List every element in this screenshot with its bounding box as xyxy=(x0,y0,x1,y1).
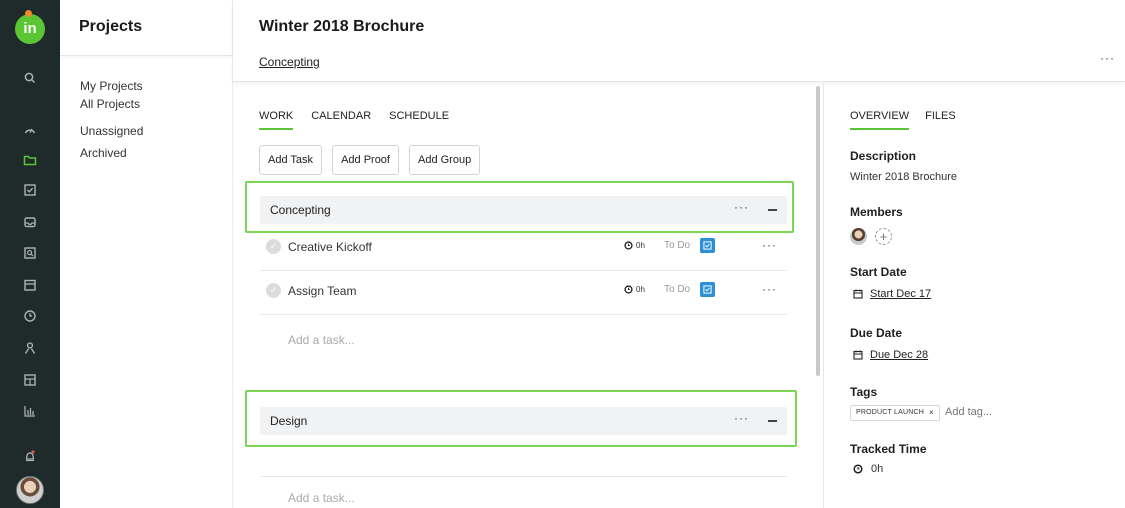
task-complete-checkbox[interactable]: ✓ xyxy=(266,239,281,254)
projects-links: My Projects All Projects Unassigned Arch… xyxy=(60,56,232,164)
task-check-icon[interactable] xyxy=(700,238,715,253)
task-check-icon[interactable] xyxy=(700,282,715,297)
notifications-bell-icon[interactable] xyxy=(20,446,40,466)
add-group-button[interactable]: Add Group xyxy=(408,145,481,175)
nav-all-projects[interactable]: All Projects xyxy=(80,97,232,120)
start-date-label: Start Date xyxy=(850,265,907,279)
tracked-time-value: 0h xyxy=(871,463,884,475)
projects-title: Projects xyxy=(79,18,143,35)
calendar-icon[interactable] xyxy=(20,275,40,295)
add-task-input[interactable]: Add a task... xyxy=(288,333,355,347)
nav-archived[interactable]: Archived xyxy=(80,142,232,164)
calendar-icon xyxy=(853,289,863,299)
group-name: Design xyxy=(270,414,308,428)
clock-icon[interactable] xyxy=(20,306,40,326)
task-time-value: 0h xyxy=(636,241,645,250)
tasks-check-icon[interactable] xyxy=(20,180,40,200)
start-date-value[interactable]: Start Dec 17 xyxy=(870,288,931,300)
group-divider xyxy=(260,476,787,477)
header-more-button[interactable]: ··· xyxy=(1100,51,1115,65)
breadcrumb-concepting[interactable]: Concepting xyxy=(259,55,320,69)
search-icon[interactable] xyxy=(20,68,40,88)
member-avatar[interactable] xyxy=(850,228,867,245)
tab-files[interactable]: FILES xyxy=(925,110,956,130)
description-value[interactable]: Winter 2018 Brochure xyxy=(850,171,957,183)
dashboard-gauge-icon[interactable] xyxy=(20,120,40,140)
task-name[interactable]: Creative Kickoff xyxy=(288,240,372,254)
group-header-concepting[interactable]: Concepting ··· xyxy=(260,196,787,224)
due-date-value[interactable]: Due Dec 28 xyxy=(870,349,928,361)
page-title: Winter 2018 Brochure xyxy=(259,18,425,35)
add-tag-input[interactable] xyxy=(945,406,1065,418)
tags-label: Tags xyxy=(850,385,878,399)
tag-chip[interactable]: PRODUCT LAUNCH × xyxy=(850,405,940,421)
add-proof-button[interactable]: Add Proof xyxy=(332,145,399,175)
clock-icon xyxy=(624,285,633,294)
overview-panel: OVERVIEW FILES Description Winter 2018 B… xyxy=(824,83,1125,508)
task-row[interactable]: ✓ Assign Team 0h To Do ··· xyxy=(260,270,787,315)
proof-review-icon[interactable] xyxy=(20,243,40,263)
projects-header: Projects xyxy=(60,0,232,56)
group-collapse-button[interactable] xyxy=(768,209,777,211)
folder-icon[interactable] xyxy=(20,150,40,170)
work-tabs: WORK CALENDAR SCHEDULE xyxy=(259,110,467,130)
task-time[interactable]: 0h xyxy=(624,241,645,250)
inbox-icon[interactable] xyxy=(20,212,40,232)
add-member-button[interactable]: + xyxy=(875,228,892,245)
add-task-input[interactable]: Add a task... xyxy=(288,491,355,505)
logo-text: in xyxy=(23,20,37,37)
projects-nav: Projects My Projects All Projects Unassi… xyxy=(60,0,233,508)
panel-tabs: OVERVIEW FILES xyxy=(850,110,972,130)
tag-text: PRODUCT LAUNCH xyxy=(856,409,925,416)
work-scrollbar[interactable] xyxy=(816,86,820,376)
clock-icon xyxy=(853,464,863,474)
clock-icon xyxy=(624,241,633,250)
task-row[interactable]: ✓ Creative Kickoff 0h To Do ··· xyxy=(260,226,787,271)
user-icon[interactable] xyxy=(20,338,40,358)
task-more-button[interactable]: ··· xyxy=(762,238,777,252)
due-date[interactable]: Due Dec 28 xyxy=(853,349,928,361)
description-label: Description xyxy=(850,149,917,163)
project-header: Winter 2018 Brochure Concepting ··· xyxy=(233,0,1125,82)
task-complete-checkbox[interactable]: ✓ xyxy=(266,283,281,298)
task-status[interactable]: To Do xyxy=(664,240,690,251)
reports-bars-icon[interactable] xyxy=(20,401,40,421)
start-date[interactable]: Start Dec 17 xyxy=(853,288,931,300)
logo-dot xyxy=(25,10,32,17)
calendar-icon xyxy=(853,350,863,360)
group-more-button[interactable]: ··· xyxy=(734,200,749,214)
nav-my-projects[interactable]: My Projects xyxy=(80,75,232,97)
task-status[interactable]: To Do xyxy=(664,284,690,295)
group-header-design[interactable]: Design ··· xyxy=(260,407,787,435)
tracked-time-label: Tracked Time xyxy=(850,442,927,456)
due-date-label: Due Date xyxy=(850,326,903,340)
task-time[interactable]: 0h xyxy=(624,285,645,294)
grid-icon[interactable] xyxy=(20,370,40,390)
tab-schedule[interactable]: SCHEDULE xyxy=(389,110,449,130)
nav-unassigned[interactable]: Unassigned xyxy=(80,120,232,142)
tracked-time[interactable]: 0h xyxy=(853,463,883,475)
action-buttons: Add Task Add Proof Add Group xyxy=(259,145,490,175)
task-time-value: 0h xyxy=(636,285,645,294)
task-more-button[interactable]: ··· xyxy=(762,282,777,296)
group-name: Concepting xyxy=(270,203,331,217)
group-more-button[interactable]: ··· xyxy=(734,411,749,425)
tab-calendar[interactable]: CALENDAR xyxy=(311,110,371,130)
app-window: in Projects My Projects All Projects Una… xyxy=(0,0,1125,508)
members-label: Members xyxy=(850,205,903,219)
tag-remove-button[interactable]: × xyxy=(929,406,934,420)
tab-overview[interactable]: OVERVIEW xyxy=(850,110,910,130)
group-collapse-button[interactable] xyxy=(768,420,777,422)
task-name[interactable]: Assign Team xyxy=(288,284,356,298)
user-avatar[interactable] xyxy=(16,476,44,504)
app-logo[interactable]: in xyxy=(15,10,45,44)
icon-rail: in xyxy=(0,0,60,508)
tab-work[interactable]: WORK xyxy=(259,110,294,130)
add-task-button[interactable]: Add Task xyxy=(259,145,323,175)
